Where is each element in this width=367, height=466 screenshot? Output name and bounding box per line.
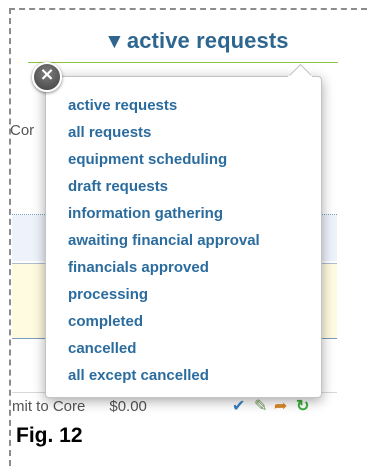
- close-dropdown-button[interactable]: ×: [32, 62, 62, 92]
- figure-caption: Fig. 12: [16, 424, 83, 447]
- menu-item-equipment-scheduling[interactable]: equipment scheduling: [68, 151, 260, 178]
- refresh-icon[interactable]: ↻: [296, 398, 309, 416]
- menu-item-financials-approved[interactable]: financials approved: [68, 259, 260, 286]
- menu-item-all-except-cancelled[interactable]: all except cancelled: [68, 367, 260, 394]
- row-label: mit to Core: [12, 398, 86, 415]
- dropdown-triangle-icon: ▼: [104, 30, 125, 53]
- menu-item-completed[interactable]: completed: [68, 313, 260, 340]
- background-partial-label: Cor: [10, 122, 35, 139]
- close-icon: ×: [39, 64, 55, 85]
- menu-item-awaiting-financial-approval[interactable]: awaiting financial approval: [68, 232, 260, 259]
- menu-item-cancelled[interactable]: cancelled: [68, 340, 260, 367]
- menu-item-all-requests[interactable]: all requests: [68, 124, 260, 151]
- forward-icon[interactable]: ➦: [274, 398, 287, 416]
- menu-item-processing[interactable]: processing: [68, 286, 260, 313]
- view-selector-button[interactable]: ▼active requests: [104, 28, 289, 54]
- edit-icon[interactable]: ✎: [254, 398, 267, 416]
- check-icon[interactable]: ✔: [232, 398, 245, 416]
- dashed-frame-top: [9, 8, 367, 10]
- view-selector-label: active requests: [126, 28, 289, 53]
- row-amount: $0.00: [109, 398, 147, 415]
- header-divider: [28, 62, 338, 63]
- menu-item-draft-requests[interactable]: draft requests: [68, 178, 260, 205]
- background-table-row: mit to Core $0.00: [12, 398, 147, 415]
- dashed-frame-left: [9, 8, 11, 466]
- menu-item-information-gathering[interactable]: information gathering: [68, 205, 260, 232]
- menu-item-active-requests[interactable]: active requests: [68, 97, 260, 124]
- dropdown-pointer-mask: [288, 76, 312, 84]
- status-filter-list: active requests all requests equipment s…: [68, 97, 260, 394]
